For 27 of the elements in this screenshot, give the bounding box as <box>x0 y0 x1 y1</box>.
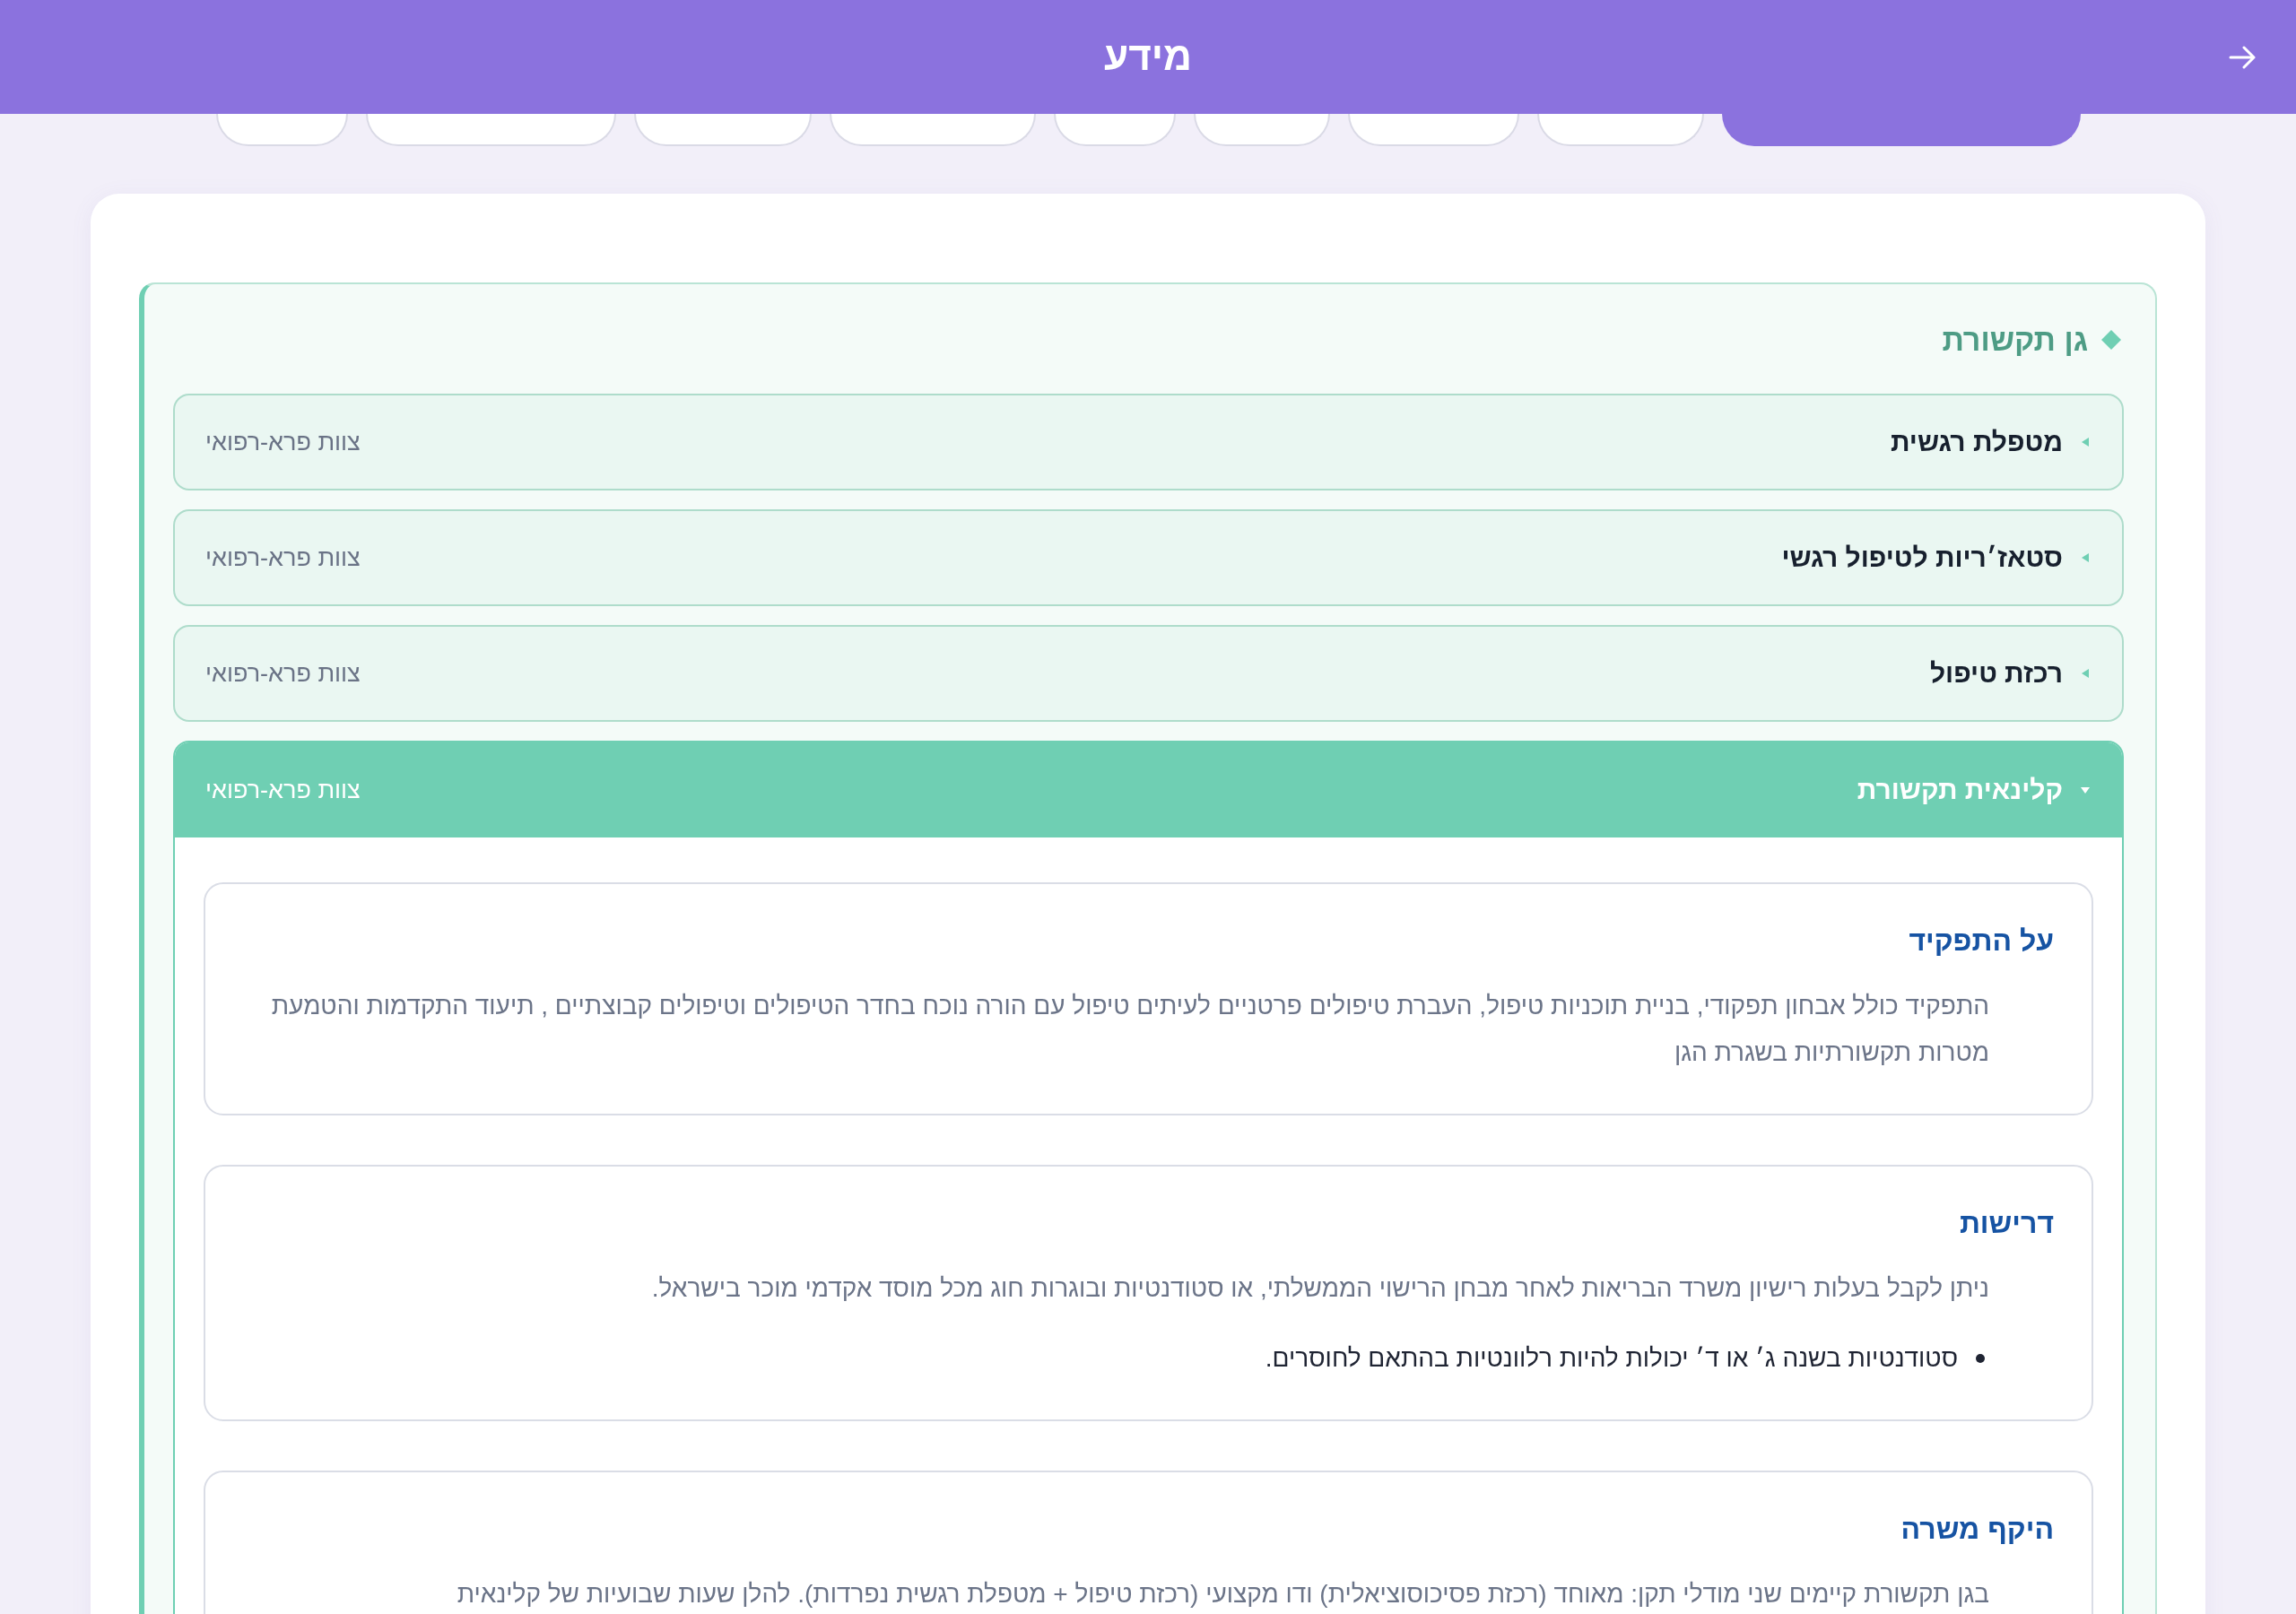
team-label: צוות פרא-רפואי <box>205 543 361 572</box>
card-title: על התפקיד <box>1908 924 2054 959</box>
team-label: צוות פרא-רפואי <box>205 428 361 456</box>
card-text: התפקיד כולל אבחון תפקודי, בניית תוכניות טיפול, העברת טיפולים פרטניים לעיתים טיפול עם הורה נוכח בחדר הטיפולים וטיפולים קבוצתיים , תיעוד התקדמות והטמעת מטרות תקשורתיות בשגרת הגן <box>270 991 1989 1068</box>
accordion-header[interactable]: רכזת טיפול צוות פרא-רפואי <box>173 625 2124 722</box>
section-title: גן תקשורת <box>1942 322 2088 359</box>
bullet-icon <box>1976 1354 1985 1363</box>
role-title: קלינאית תקשורת <box>1857 775 2063 805</box>
caret-icon <box>2081 785 2090 794</box>
page-title: מידע <box>1104 33 1193 81</box>
caret-icon <box>2081 438 2090 447</box>
arrow-icon[interactable] <box>2229 45 2256 69</box>
diamond-icon <box>2100 329 2122 351</box>
team-label: צוות פרא-רפואי <box>205 776 361 804</box>
card-text: ניתן לקבל בעלות רישיון משרד הבריאות לאחר מבחן הרישוי הממשלתי, או סטודנטיות ובוגרות חוג מכל מוסד אקדמי מוכר בישראל. <box>650 1273 1989 1304</box>
role-title: סטאז׳ריות לטיפול רגשי <box>1781 542 2063 573</box>
accordion-header[interactable]: מטפלת רגשית צוות פרא-רפואי <box>173 394 2124 490</box>
bullet-text: סטודנטיות בשנה ג׳ או ד׳ יכולות להיות רלוונטיות בהתאם לחוסרים. <box>1265 1343 1958 1374</box>
caret-icon <box>2081 553 2090 562</box>
card-title: היקף משרה <box>1900 1512 2054 1547</box>
role-title: רכזת טיפול <box>1929 658 2063 689</box>
caret-icon <box>2081 669 2090 678</box>
accordion-header[interactable]: סטאז׳ריות לטיפול רגשי צוות פרא-רפואי <box>173 509 2124 606</box>
card-title: דרישות <box>1958 1206 2054 1241</box>
team-label: צוות פרא-רפואי <box>205 659 361 688</box>
card-text: בגן תקשורת קיימים שני מודלי תקן: מאוחד (רכזת פסיכוסוציאלית) ודו מקצועי (רכזת טיפול + מטפלת רגשית נפרדות). להלן שעות שבועיות של קלינאית <box>456 1579 1989 1610</box>
role-title: מטפלת רגשית <box>1890 427 2063 457</box>
